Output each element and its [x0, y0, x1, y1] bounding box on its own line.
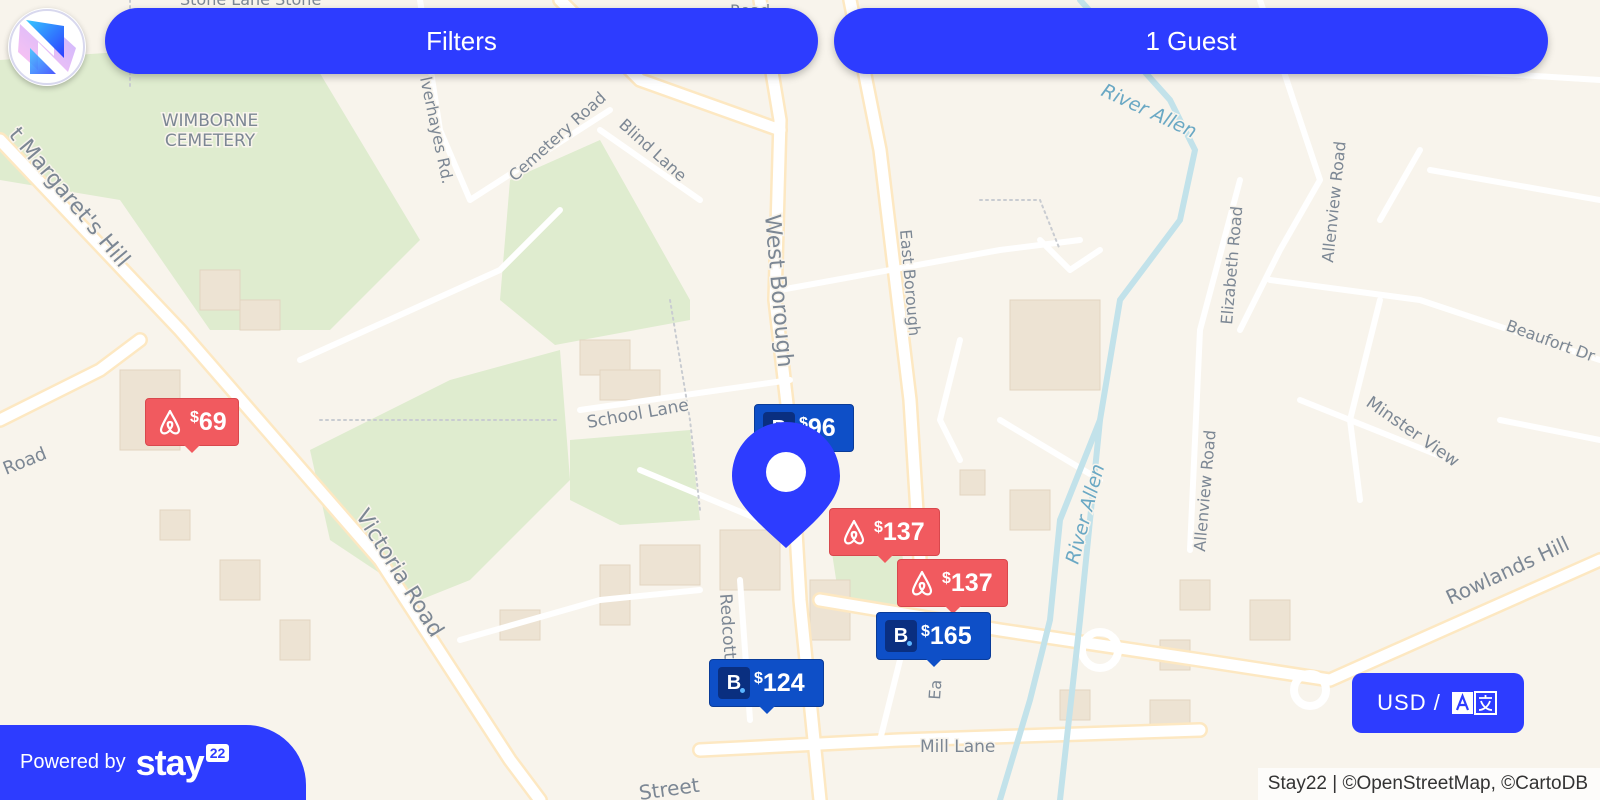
marker-price: $124 [754, 668, 805, 697]
stay22-logo-icon [9, 9, 85, 85]
guests-button[interactable]: 1 Guest [834, 8, 1548, 74]
marker-price: $69 [190, 407, 227, 436]
brand-badge: 22 [205, 743, 230, 762]
listing-marker-airbnb[interactable]: $137 [829, 508, 940, 563]
airbnb-icon [154, 406, 186, 438]
currency-language-button[interactable]: USD / [1352, 673, 1524, 733]
svg-text:WIMBORNE: WIMBORNE [162, 111, 259, 131]
marker-price: $165 [921, 621, 972, 650]
location-pin-icon[interactable] [730, 420, 842, 550]
stay22-logo[interactable] [8, 8, 86, 86]
booking-icon: B [885, 620, 917, 652]
filters-button[interactable]: Filters [105, 8, 818, 74]
listing-marker-airbnb[interactable]: $69 [145, 398, 239, 453]
brand-wordmark: stay [135, 741, 205, 783]
currency-label: USD / [1377, 690, 1441, 715]
marker-price: $137 [874, 517, 925, 546]
listing-marker-booking[interactable]: B $124 [709, 659, 824, 714]
powered-by-text: Powered by [20, 751, 126, 773]
svg-text:CEMETERY: CEMETERY [165, 131, 256, 151]
listing-marker-airbnb[interactable]: $137 [897, 559, 1008, 614]
airbnb-icon [838, 516, 870, 548]
booking-icon: B [718, 667, 750, 699]
map-widget: WIMBORNE CEMETERY t Margaret's Hill Vict… [0, 0, 1600, 800]
svg-text:Mill Lane: Mill Lane [920, 737, 995, 757]
marker-price: $137 [942, 568, 993, 597]
svg-text:Ea: Ea [925, 679, 945, 700]
powered-by-badge[interactable]: Powered by stay 22 [0, 725, 306, 800]
airbnb-icon [906, 567, 938, 599]
language-translate-icon [1451, 691, 1499, 715]
listing-marker-booking[interactable]: B $165 [876, 612, 991, 667]
map-attribution[interactable]: Stay22 | ©OpenStreetMap, ©CartoDB [1257, 768, 1600, 800]
